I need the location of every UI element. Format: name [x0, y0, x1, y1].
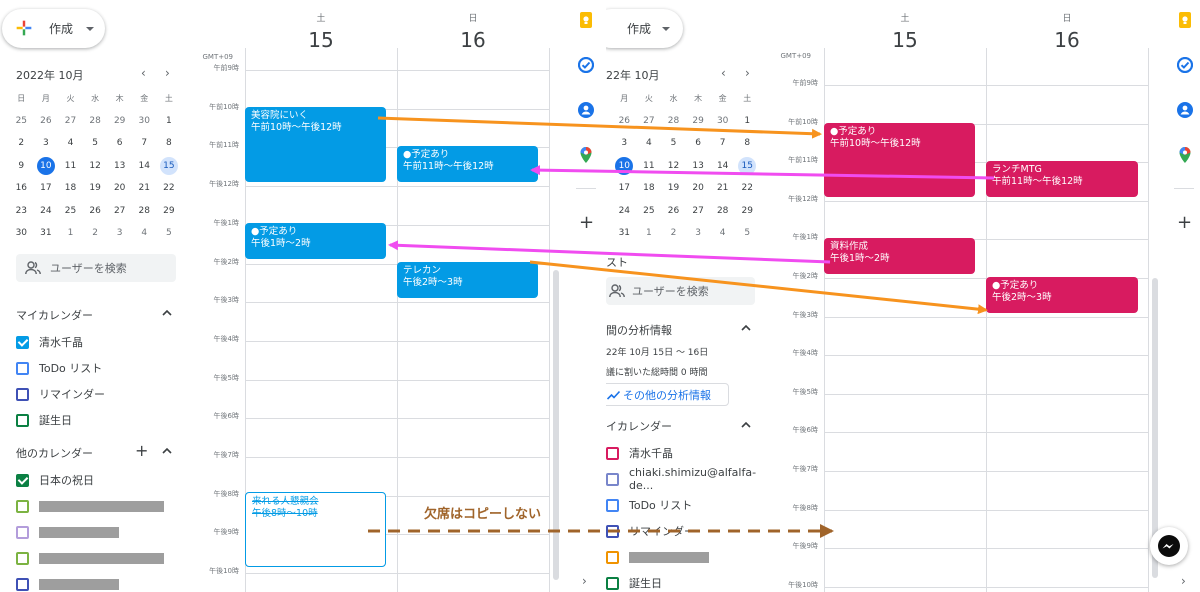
copy-arrow	[377, 116, 822, 139]
copy-arrow	[388, 240, 831, 264]
copy-arrow	[530, 165, 995, 180]
annotation-arrows	[368, 116, 995, 538]
copy-arrow	[529, 260, 988, 315]
skip-annotation: 欠席はコピーしない	[424, 507, 542, 522]
